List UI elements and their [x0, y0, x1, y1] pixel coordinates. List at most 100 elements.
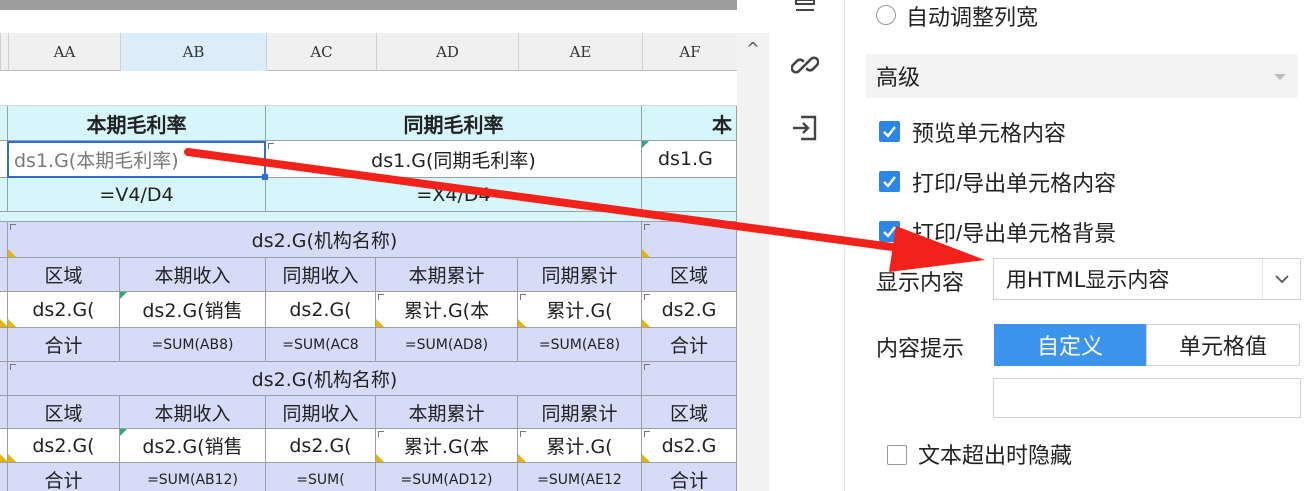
selected-cell-outline	[7, 141, 266, 178]
checkmark-icon	[883, 176, 896, 188]
cell-region-header[interactable]: 区域	[8, 258, 120, 292]
cell-left-edge[interactable]	[0, 328, 8, 362]
column-header-af[interactable]: AF	[642, 33, 737, 71]
cell-total-label[interactable]: 合计	[8, 328, 120, 362]
cell-region-field-partial[interactable]: ds2.G	[642, 292, 737, 328]
cell-current-cumulative-field[interactable]: 累计.G(本	[376, 292, 518, 328]
column-header-ae[interactable]: AE	[518, 33, 642, 71]
cell-current-revenue-header[interactable]: 本期收入	[120, 258, 266, 292]
cell-current-cumulative-header[interactable]: 本期累计	[376, 258, 518, 292]
fill-handle[interactable]	[262, 174, 268, 180]
cell-sales-field[interactable]: ds2.G(销售	[120, 429, 266, 463]
checkmark-icon	[883, 126, 896, 138]
auto-col-width-label: 自动调整列宽	[906, 5, 1039, 30]
content-tip-input[interactable]	[993, 378, 1301, 418]
chevron-down-icon[interactable]	[1262, 259, 1300, 299]
cell-prior-revenue-header[interactable]: 同期收入	[266, 258, 376, 292]
content-tip-label: 内容提示	[876, 336, 965, 361]
cell-prior-cumulative-header[interactable]: 同期累计	[518, 258, 642, 292]
group-title-cell[interactable]: ds2.G(机构名称)	[8, 222, 642, 258]
scroll-up-button[interactable]: ^	[737, 33, 769, 63]
cell-current-margin-formula[interactable]: =V4/D4	[8, 178, 266, 212]
cell-region-header-partial[interactable]: 区域	[642, 258, 737, 292]
cell-partial-formula[interactable]	[642, 178, 737, 212]
cell-current-margin-header[interactable]: 本期毛利率	[8, 106, 266, 141]
cell-prior-cumulative-field[interactable]: 累计.G(	[518, 292, 642, 328]
display-content-select[interactable]: 用HTML显示内容	[993, 258, 1301, 300]
cell-prior-margin-formula[interactable]: =X4/D4	[266, 178, 642, 212]
cell-region-header-partial[interactable]: 区域	[642, 396, 737, 429]
cell-total-formula[interactable]: =SUM(AE12	[518, 463, 642, 491]
collapse-icon[interactable]	[782, 0, 828, 24]
column-header-ad[interactable]: AD	[376, 33, 518, 71]
cell-left-edge[interactable]	[0, 463, 8, 491]
cell-left-edge[interactable]	[0, 258, 8, 292]
cell-prior-margin-header[interactable]: 同期毛利率	[266, 106, 642, 141]
link-icon[interactable]	[782, 48, 828, 82]
cell-total-label-partial[interactable]: 合计	[642, 463, 737, 491]
print-export-content-checkbox[interactable]	[879, 171, 900, 192]
cell-prior-revenue-header[interactable]: 同期收入	[266, 396, 376, 429]
cell-left-edge[interactable]	[0, 222, 8, 258]
hide-overflow-checkbox[interactable]	[887, 445, 907, 465]
cell-total-formula[interactable]: =SUM(AD12)	[376, 463, 518, 491]
empty-row[interactable]	[0, 72, 737, 106]
cell-total-formula[interactable]: =SUM(AE8)	[518, 328, 642, 362]
group-title-cell[interactable]: ds2.G(机构名称)	[8, 362, 642, 396]
cell-prior-revenue-field[interactable]: ds2.G(	[266, 292, 376, 328]
preview-content-label: 预览单元格内容	[912, 121, 1067, 146]
column-header-ab[interactable]: AB	[120, 33, 266, 71]
print-export-bg-label: 打印/导出单元格背景	[912, 221, 1117, 246]
cell-prior-margin-field[interactable]: ds1.G(同期毛利率)	[266, 141, 642, 178]
group-title-cell-partial[interactable]	[642, 362, 737, 396]
cell-left-edge[interactable]	[0, 106, 8, 141]
cell-total-formula[interactable]: =SUM(AC8	[266, 328, 376, 362]
cell-sales-field[interactable]: ds2.G(销售	[120, 292, 266, 328]
display-content-value: 用HTML显示内容	[1006, 268, 1170, 292]
spacer-row[interactable]	[0, 212, 737, 222]
advanced-label: 高级	[876, 66, 921, 91]
cell-current-cumulative-header[interactable]: 本期累计	[376, 396, 518, 429]
cell-left-edge[interactable]	[0, 396, 8, 429]
group-title-cell-partial[interactable]	[642, 222, 737, 258]
import-icon[interactable]	[782, 111, 828, 145]
cell-total-formula[interactable]: =SUM(AB12)	[120, 463, 266, 491]
cell-left-edge[interactable]	[0, 362, 8, 396]
cell-total-formula[interactable]: =SUM(	[266, 463, 376, 491]
print-export-bg-checkbox[interactable]	[879, 221, 900, 242]
chevron-down-icon[interactable]	[1272, 68, 1288, 80]
column-header-partial[interactable]	[0, 33, 8, 71]
spreadsheet-area[interactable]: AA AB AC AD AE AF 本期毛利率 同期毛利率 本 ds1.G(本期…	[0, 0, 737, 491]
cell-total-label-partial[interactable]: 合计	[642, 328, 737, 362]
auto-col-width-radio[interactable]	[876, 5, 896, 25]
column-header-ac[interactable]: AC	[266, 33, 376, 71]
scroll-up-glyph: ^	[746, 38, 760, 58]
cell-partial-header[interactable]: 本	[642, 106, 737, 141]
cell-current-cumulative-field[interactable]: 累计.G(本	[376, 429, 518, 463]
column-header-aa[interactable]: AA	[8, 33, 120, 71]
advanced-section-header[interactable]: 高级	[866, 54, 1298, 98]
cell-region-field[interactable]: ds2.G(	[8, 292, 120, 328]
tip-custom-button[interactable]: 自定义	[994, 324, 1146, 366]
preview-content-checkbox[interactable]	[879, 121, 900, 142]
cell-prior-cumulative-field[interactable]: 累计.G(	[518, 429, 642, 463]
cell-current-revenue-header[interactable]: 本期收入	[120, 396, 266, 429]
cell-left-edge[interactable]	[0, 178, 8, 212]
cell-region-field-partial[interactable]: ds2.G	[642, 429, 737, 463]
cell-region-header[interactable]: 区域	[8, 396, 120, 429]
cell-total-label[interactable]: 合计	[8, 463, 120, 491]
tip-cell-value-button[interactable]: 单元格值	[1146, 324, 1300, 366]
cell-prior-revenue-field[interactable]: ds2.G(	[266, 429, 376, 463]
cell-total-formula[interactable]: =SUM(AB8)	[120, 328, 266, 362]
print-export-content-label: 打印/导出单元格内容	[912, 171, 1117, 196]
cell-partial-field[interactable]: ds1.G	[642, 141, 737, 178]
cell-left-edge[interactable]	[0, 292, 8, 328]
toolbar-strip	[0, 0, 737, 10]
cell-region-field[interactable]: ds2.G(	[8, 429, 120, 463]
cell-left-edge[interactable]	[0, 429, 8, 463]
cell-prior-cumulative-header[interactable]: 同期累计	[518, 396, 642, 429]
cell-total-formula[interactable]: =SUM(AD8)	[376, 328, 518, 362]
hide-overflow-label: 文本超出时隐藏	[918, 443, 1073, 468]
vertical-scrollbar[interactable]	[737, 33, 769, 491]
display-content-label: 显示内容	[876, 270, 965, 295]
